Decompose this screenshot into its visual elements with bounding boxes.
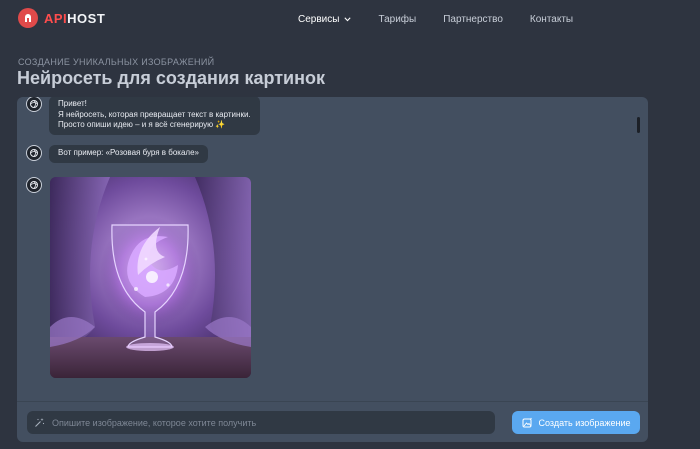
generated-image[interactable] [50, 177, 251, 378]
chat-message [26, 177, 42, 193]
prompt-input-box[interactable] [27, 411, 495, 434]
chevron-down-icon [344, 14, 352, 25]
nav-item-label: Контакты [529, 14, 574, 25]
chat-history[interactable]: Привет! Я нейросеть, которая превращает … [17, 97, 648, 401]
nav-item-pricing[interactable]: Тарифы [378, 14, 416, 25]
scrollbar-thumb[interactable] [637, 117, 640, 133]
bot-avatar-icon [26, 145, 42, 161]
page-subtitle: СОЗДАНИЕ УНИКАЛЬНЫХ ИЗОБРАЖЕНИЙ [18, 57, 215, 67]
message-bubble: Привет! Я нейросеть, которая превращает … [49, 97, 260, 135]
nav-item-label: Партнерство [443, 14, 503, 25]
nav-item-partnership[interactable]: Партнерство [443, 14, 503, 25]
generate-image-button-label: Создать изображение [538, 417, 631, 428]
generate-image-button[interactable]: Создать изображение [512, 411, 640, 434]
message-line: Просто опиши идею – и я всё сгенерирую [58, 120, 214, 129]
logo[interactable]: APIHOST [18, 8, 105, 28]
composer-divider [17, 401, 648, 402]
nav-item-services[interactable]: Сервисы [298, 14, 352, 25]
magic-wand-icon [34, 417, 45, 428]
top-header: APIHOST Сервисы Тарифы Партнерство Конта… [0, 0, 700, 40]
nav-item-label: Тарифы [378, 14, 417, 25]
message-line: Привет! [58, 99, 87, 108]
message-text: Вот пример: «Розовая буря в бокале» [58, 148, 199, 157]
chat-scrollbar[interactable] [637, 117, 640, 379]
chat-message: Вот пример: «Розовая буря в бокале» [26, 145, 208, 163]
prompt-input[interactable] [52, 417, 482, 428]
chat-panel: Привет! Я нейросеть, которая превращает … [17, 97, 648, 442]
image-sparkle-icon [522, 417, 533, 428]
message-bubble: Вот пример: «Розовая буря в бокале» [49, 145, 208, 163]
bot-avatar-icon [26, 97, 42, 112]
page-title: Нейросеть для создания картинок [17, 68, 325, 88]
nav-item-label: Сервисы [298, 14, 340, 25]
bot-avatar-icon [26, 177, 42, 193]
main-nav: Сервисы Тарифы Партнерство Контакты [298, 14, 600, 25]
logo-text-api: API [44, 10, 68, 26]
chat-message: Привет! Я нейросеть, которая превращает … [26, 97, 260, 135]
message-line: Я нейросеть, которая превращает текст в … [58, 109, 251, 119]
logo-icon [18, 8, 38, 28]
logo-text-host: HOST [67, 10, 106, 26]
nav-item-contacts[interactable]: Контакты [530, 14, 573, 25]
logo-text: APIHOST [44, 11, 105, 26]
sparkles-icon: ✨ [215, 120, 226, 129]
